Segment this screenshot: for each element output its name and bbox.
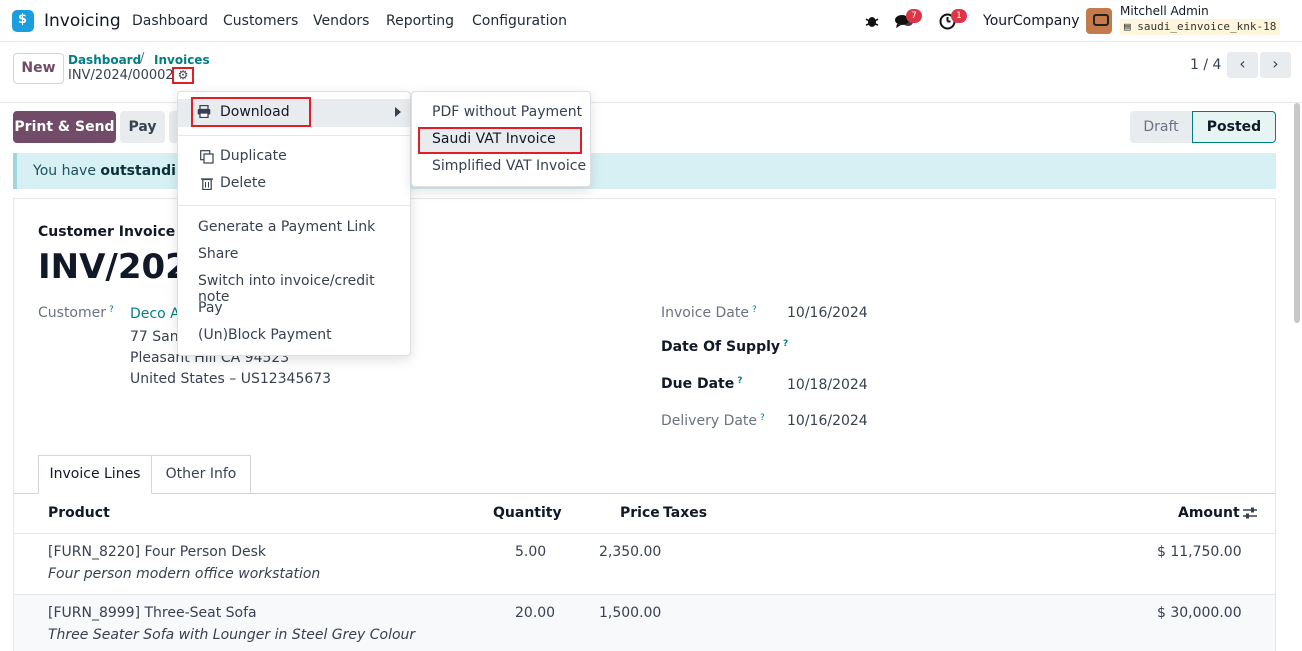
help-icon[interactable]: ? — [752, 305, 757, 315]
company-switcher[interactable]: YourCompany — [983, 13, 1080, 29]
duplicate-icon — [200, 150, 214, 168]
date-of-supply-label: Date Of Supply? — [661, 339, 788, 355]
menu-item-duplicate[interactable]: Duplicate — [220, 148, 287, 164]
submenu-pdf-without-payment[interactable]: PDF without Payment — [432, 104, 582, 120]
invoice-date-field[interactable]: 10/16/2024 — [787, 305, 868, 321]
menu-download-label[interactable]: Download — [220, 104, 290, 120]
customer-address-line1: 77 Sant — [130, 329, 185, 345]
line-price[interactable]: 1,500.00 — [599, 605, 661, 621]
alert-prefix: You have — [33, 163, 101, 179]
line-product-link[interactable]: [FURN_8220] Four Person Desk — [48, 544, 266, 560]
trash-icon — [201, 177, 213, 194]
help-icon[interactable]: ? — [737, 376, 742, 386]
caret-right-icon — [395, 107, 401, 117]
due-date-label-text: Due Date — [661, 376, 735, 392]
page-scrollbar[interactable] — [1294, 103, 1300, 323]
breadcrumb-invoices[interactable]: Invoices — [154, 53, 210, 67]
divider — [14, 533, 1275, 534]
submenu-simplified-vat-invoice[interactable]: Simplified VAT Invoice — [432, 158, 586, 174]
database-icon: ▤ — [1124, 20, 1138, 33]
menu-item-pay[interactable]: Pay — [198, 300, 223, 316]
line-amount: $ 11,750.00 — [1157, 544, 1242, 560]
due-date-label: Due Date? — [661, 376, 742, 392]
column-product[interactable]: Product — [48, 505, 110, 521]
breadcrumb-dashboard[interactable]: Dashboard — [68, 53, 141, 67]
menu-item-switch-credit-note[interactable]: Switch into invoice/credit note — [198, 273, 410, 305]
invoice-date-label: Invoice Date? — [661, 305, 757, 321]
menu-item-share[interactable]: Share — [198, 246, 238, 262]
line-amount: $ 30,000.00 — [1157, 605, 1242, 621]
delivery-date-label-text: Delivery Date — [661, 413, 758, 429]
document-type: Customer Invoice — [38, 224, 176, 240]
invoicing-app-icon[interactable] — [12, 10, 34, 32]
line-description[interactable]: Four person modern office workstation — [48, 566, 320, 582]
chevron-left-icon: ‹ — [1239, 54, 1246, 73]
line-description[interactable]: Three Seater Sofa with Lounger in Steel … — [48, 627, 415, 643]
help-icon[interactable]: ? — [109, 305, 114, 315]
chevron-right-icon: › — [1272, 54, 1279, 73]
invoice-date-label-text: Invoice Date — [661, 305, 749, 321]
date-of-supply-label-text: Date Of Supply — [661, 339, 781, 355]
app-name[interactable]: Invoicing — [44, 11, 121, 31]
status-draft[interactable]: Draft — [1130, 111, 1192, 143]
print-send-button[interactable]: Print & Send — [13, 111, 116, 143]
line-price[interactable]: 2,350.00 — [599, 544, 661, 560]
new-button[interactable]: New — [13, 53, 64, 84]
database-name: ▤ saudi_einvoice_knk-18 — [1120, 19, 1281, 35]
pay-button[interactable]: Pay — [120, 111, 165, 143]
download-submenu: PDF without Payment Saudi VAT Invoice Si… — [411, 91, 591, 187]
due-date-field[interactable]: 10/18/2024 — [787, 377, 868, 393]
tab-other-info[interactable]: Other Info — [152, 455, 251, 494]
help-icon[interactable]: ? — [783, 339, 788, 349]
help-icon[interactable]: ? — [760, 413, 765, 423]
breadcrumb-separator: / — [140, 51, 145, 66]
column-amount[interactable]: Amount — [1178, 505, 1240, 521]
divider — [178, 135, 410, 136]
top-navbar: Invoicing Dashboard Customers Vendors Re… — [0, 0, 1302, 42]
messages-count-badge: 7 — [906, 9, 922, 23]
menu-item-delete[interactable]: Delete — [220, 175, 266, 191]
divider — [178, 205, 410, 206]
database-name-text: saudi_einvoice_knk-18 — [1137, 20, 1277, 33]
gear-actions-icon[interactable]: ⚙ — [172, 67, 194, 84]
submenu-saudi-vat-invoice[interactable]: Saudi VAT Invoice — [432, 131, 556, 147]
tab-invoice-lines[interactable]: Invoice Lines — [38, 455, 152, 494]
column-price[interactable]: Price — [620, 505, 660, 521]
user-name[interactable]: Mitchell Admin — [1120, 4, 1209, 18]
delivery-date-field[interactable]: 10/16/2024 — [787, 413, 868, 429]
menu-configuration[interactable]: Configuration — [472, 13, 567, 29]
customer-label: Customer? — [38, 305, 114, 321]
menu-dashboard[interactable]: Dashboard — [132, 13, 208, 29]
pager-previous-button[interactable]: ‹ — [1227, 52, 1258, 78]
customer-label-text: Customer — [38, 305, 107, 321]
menu-vendors[interactable]: Vendors — [313, 13, 369, 29]
gear-actions-menu: Download Duplicate Delete Generate a Pay… — [177, 91, 411, 356]
user-avatar[interactable] — [1086, 8, 1112, 34]
activities-count-badge: 1 — [951, 9, 967, 23]
delivery-date-label: Delivery Date? — [661, 413, 765, 429]
line-product-link[interactable]: [FURN_8999] Three-Seat Sofa — [48, 605, 257, 621]
column-settings-icon[interactable] — [1242, 506, 1258, 524]
menu-item-generate-payment-link[interactable]: Generate a Payment Link — [198, 219, 375, 235]
menu-reporting[interactable]: Reporting — [386, 13, 454, 29]
debug-bug-icon[interactable] — [864, 13, 880, 33]
customer-address-line3: United States – US12345673 — [130, 371, 332, 387]
menu-item-block-payment[interactable]: (Un)Block Payment — [198, 327, 332, 343]
pager-next-button[interactable]: › — [1260, 52, 1291, 78]
printer-icon — [197, 104, 211, 122]
menu-customers[interactable]: Customers — [223, 13, 298, 29]
record-name: INV/2024/00002 — [68, 68, 174, 83]
column-quantity[interactable]: Quantity — [493, 505, 562, 521]
pager-value[interactable]: 1 / 4 — [1190, 57, 1221, 73]
invoice-number: INV/2024/00002 — [38, 247, 178, 287]
status-posted[interactable]: Posted — [1192, 111, 1276, 143]
column-taxes[interactable]: Taxes — [663, 505, 707, 521]
line-quantity[interactable]: 20.00 — [515, 605, 555, 621]
line-quantity[interactable]: 5.00 — [515, 544, 546, 560]
